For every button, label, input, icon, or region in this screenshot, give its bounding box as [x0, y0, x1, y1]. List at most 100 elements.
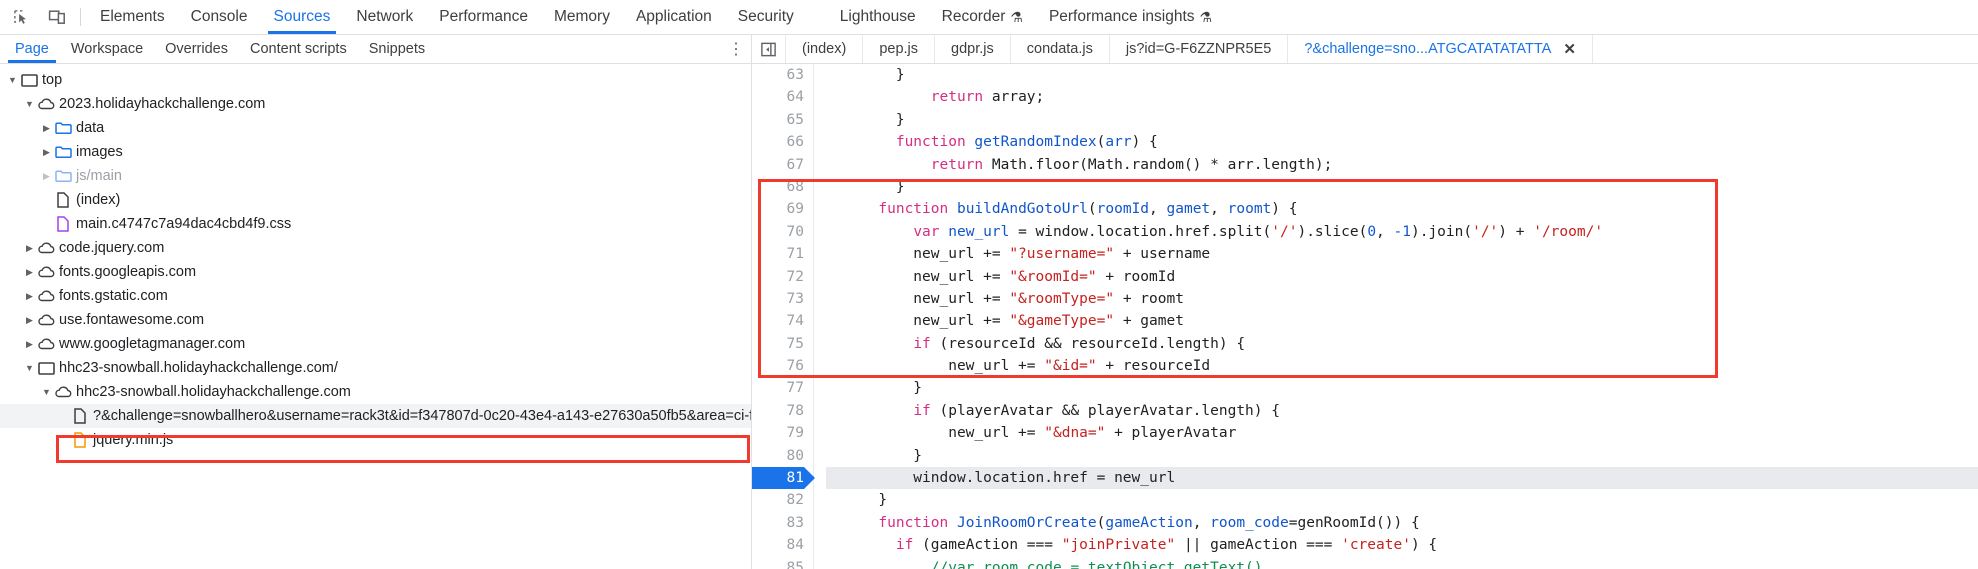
- device-toolbar-icon[interactable]: [44, 4, 70, 30]
- chevron-down-icon[interactable]: ▼: [40, 387, 53, 397]
- navigator-tab-bar: Page Workspace Overrides Content scripts Sni…: [0, 35, 751, 64]
- code-token: new_url: [948, 223, 1010, 240]
- line-number[interactable]: 76: [752, 355, 804, 377]
- tree-row[interactable]: ▶ fonts.gstatic.com: [0, 284, 751, 308]
- tree-row[interactable]: ▶(index): [0, 188, 751, 212]
- navigator-tabs: Page Workspace Overrides Content scripts Sni…: [4, 35, 436, 63]
- tree-row[interactable]: ▼ top: [0, 68, 751, 92]
- chevron-down-icon[interactable]: ▼: [23, 99, 36, 109]
- document-icon: [70, 408, 90, 424]
- toolbar-icons: [0, 0, 76, 34]
- line-number[interactable]: 72: [752, 266, 804, 288]
- line-number[interactable]: 83: [752, 512, 804, 534]
- editor-tab-pep-js[interactable]: pep.js: [863, 35, 936, 63]
- code-editor[interactable]: 63 64 65 66 67 68 69 70 71 72 73 74 75 76 77 78 79 80 81 82…: [752, 64, 1978, 569]
- navigator-tab-content-scripts[interactable]: Content scripts: [239, 35, 358, 63]
- tree-row[interactable]: ▶ www.googletagmanager.com: [0, 332, 751, 356]
- more-options-icon[interactable]: ⋮: [721, 35, 751, 63]
- chevron-right-icon[interactable]: ▶: [40, 171, 53, 182]
- panel-tab-recorder[interactable]: Recorder ⚗: [929, 0, 1036, 34]
- navigator-tab-overrides[interactable]: Overrides: [154, 35, 239, 63]
- chevron-right-icon[interactable]: ▶: [40, 123, 53, 134]
- line-number[interactable]: 82: [752, 489, 804, 511]
- line-number[interactable]: 67: [752, 154, 804, 176]
- code-line: window.location.href = new_url: [826, 467, 1978, 490]
- navigator-tab-snippets[interactable]: Snippets: [358, 35, 436, 63]
- tree-row[interactable]: ▶ fonts.googleapis.com: [0, 260, 751, 284]
- tree-row[interactable]: ▶main.c4747c7a94dac4cbd4f9.css: [0, 212, 751, 236]
- line-number[interactable]: 73: [752, 288, 804, 310]
- tree-row[interactable]: ▼ 2023.holidayhackchallenge.com: [0, 92, 751, 116]
- line-number[interactable]: 70: [752, 221, 804, 243]
- tree-row[interactable]: ▶ data: [0, 116, 751, 140]
- code-line: return Math.floor(Math.random() * arr.le…: [826, 154, 1978, 176]
- line-number[interactable]: 69: [752, 198, 804, 220]
- page-file-tree: ▼ top ▼ 2023.holidayhackchallenge.com ▶ data ▶…: [0, 64, 751, 569]
- navigator-tab-page[interactable]: Page: [4, 35, 60, 63]
- devtools-toolbar: Elements Console Sources Network Performance…: [0, 0, 1978, 35]
- code-content[interactable]: } return array; } function getRandomInde…: [814, 64, 1978, 569]
- editor-tab-gdpr-js[interactable]: gdpr.js: [935, 35, 1011, 63]
- tree-row[interactable]: ▶ images: [0, 140, 751, 164]
- chevron-right-icon[interactable]: ▶: [23, 243, 36, 254]
- chevron-right-icon[interactable]: ▶: [23, 267, 36, 278]
- chevron-right-icon[interactable]: ▶: [23, 291, 36, 302]
- editor-tab-condata-js[interactable]: condata.js: [1011, 35, 1110, 63]
- panel-tab-performance-insights[interactable]: Performance insights ⚗: [1036, 0, 1225, 34]
- tree-row[interactable]: ▶jquery.min.js: [0, 428, 751, 452]
- chevron-down-icon[interactable]: ▼: [6, 75, 19, 85]
- panel-tab-network[interactable]: Network: [343, 0, 426, 34]
- line-number[interactable]: 75: [752, 333, 804, 355]
- tree-row-label: js/main: [76, 168, 122, 184]
- panel-tab-console[interactable]: Console: [178, 0, 261, 34]
- line-number[interactable]: 65: [752, 109, 804, 131]
- line-number[interactable]: 63: [752, 64, 804, 86]
- panel-tab-performance[interactable]: Performance: [426, 0, 541, 34]
- panel-tab-memory[interactable]: Memory: [541, 0, 623, 34]
- panel-tab-label: Performance insights: [1048, 8, 1195, 25]
- chevron-right-icon[interactable]: ▶: [40, 147, 53, 158]
- line-number[interactable]: 81: [752, 467, 815, 490]
- code-token: room_code: [1210, 514, 1289, 531]
- code-line: }: [826, 489, 1978, 511]
- chevron-right-icon[interactable]: ▶: [23, 315, 36, 326]
- panel-tab-security[interactable]: Security: [725, 0, 807, 34]
- panel-tab-application[interactable]: Application: [623, 0, 725, 34]
- panel-tab-elements[interactable]: Elements: [87, 0, 178, 34]
- line-number[interactable]: 74: [752, 310, 804, 332]
- tree-row[interactable]: ▶ code.jquery.com: [0, 236, 751, 260]
- tree-row[interactable]: ▶?&challenge=snowballhero&username=rack3…: [0, 404, 751, 428]
- line-number[interactable]: 79: [752, 422, 804, 444]
- code-token: function: [878, 514, 949, 531]
- inspect-element-icon[interactable]: [8, 4, 34, 30]
- panel-tab-lighthouse[interactable]: Lighthouse: [827, 0, 929, 34]
- editor-tab-js-id-g-f6zznpr5e5[interactable]: js?id=G-F6ZZNPR5E5: [1110, 35, 1289, 63]
- chevron-right-icon[interactable]: ▶: [23, 339, 36, 350]
- panel-tab-sources[interactable]: Sources: [261, 0, 344, 34]
- code-line: }: [826, 445, 1978, 467]
- line-number[interactable]: 64: [752, 86, 804, 108]
- tree-row[interactable]: ▼ hhc23-snowball.holidayhackchallenge.com: [0, 380, 751, 404]
- line-number[interactable]: 68: [752, 176, 804, 198]
- chevron-down-icon[interactable]: ▼: [23, 363, 36, 373]
- editor-tab--index-[interactable]: (index): [786, 35, 864, 63]
- editor-tab--challenge-sno-atgcatatatatta[interactable]: ?&challenge=sno...ATGCATATATATTA ✕: [1288, 35, 1593, 63]
- navigator-tab-workspace[interactable]: Workspace: [60, 35, 154, 63]
- line-number[interactable]: 71: [752, 243, 804, 265]
- tree-row[interactable]: ▶ use.fontawesome.com: [0, 308, 751, 332]
- close-icon[interactable]: ✕: [1563, 40, 1576, 58]
- tree-row[interactable]: ▶ js/main: [0, 164, 751, 188]
- line-number[interactable]: 84: [752, 534, 804, 556]
- line-number[interactable]: 66: [752, 131, 804, 153]
- line-number[interactable]: 77: [752, 377, 804, 399]
- code-line: }: [826, 377, 1978, 399]
- code-line: if (gameAction === "joinPrivate" || game…: [826, 534, 1978, 556]
- line-number[interactable]: 85: [752, 557, 804, 569]
- show-navigator-icon[interactable]: [752, 35, 786, 63]
- tree-row[interactable]: ▼ hhc23-snowball.holidayhackchallenge.com…: [0, 356, 751, 380]
- line-number[interactable]: 78: [752, 400, 804, 422]
- line-number[interactable]: 80: [752, 445, 804, 467]
